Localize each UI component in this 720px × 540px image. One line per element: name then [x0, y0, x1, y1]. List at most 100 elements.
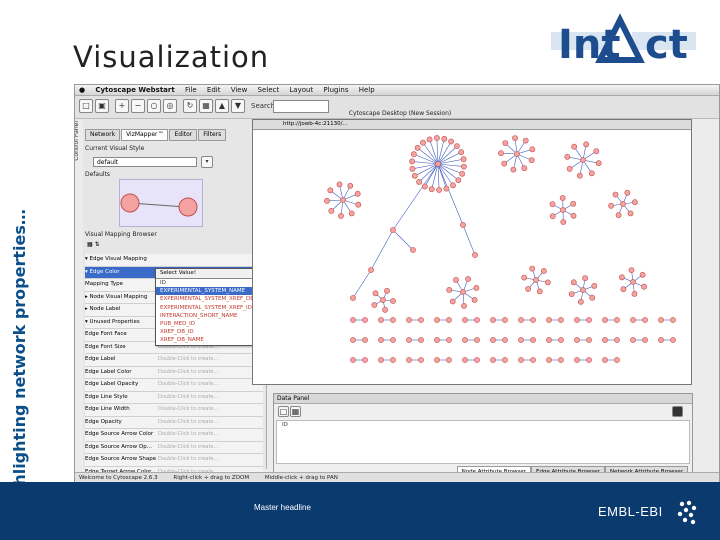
- sort-icon[interactable]: ⇅: [95, 241, 100, 248]
- network-node[interactable]: [459, 170, 465, 177]
- network-node[interactable]: [418, 357, 424, 363]
- network-node[interactable]: [446, 337, 452, 343]
- attribute-table[interactable]: [276, 420, 690, 464]
- network-node[interactable]: [670, 337, 676, 343]
- network-node[interactable]: [462, 337, 468, 343]
- mapping-row-value[interactable]: Double-Click to create...: [158, 442, 218, 454]
- network-node[interactable]: [324, 197, 330, 204]
- mapping-row[interactable]: Edge Label Color Double-Click to create..…: [85, 366, 263, 379]
- network-view-window[interactable]: http://jowb-4c:21130/...: [252, 119, 692, 385]
- mapping-row[interactable]: ▾ Edge Visual Mapping: [85, 254, 263, 267]
- network-node[interactable]: [589, 294, 596, 301]
- network-node[interactable]: [441, 135, 448, 142]
- network-node[interactable]: [576, 172, 583, 179]
- network-node[interactable]: [414, 144, 421, 151]
- network-node[interactable]: [390, 298, 396, 304]
- default-style-preview[interactable]: [119, 179, 203, 227]
- network-node[interactable]: [588, 170, 595, 177]
- network-node[interactable]: [582, 275, 588, 282]
- network-node[interactable]: [529, 146, 536, 153]
- mapping-row-value[interactable]: Double-Click to create...: [158, 392, 218, 404]
- network-node[interactable]: [472, 252, 478, 258]
- network-node[interactable]: [473, 284, 480, 291]
- network-node[interactable]: [559, 195, 566, 201]
- network-node[interactable]: [458, 149, 465, 156]
- mapping-row-value[interactable]: Double-Click to create...: [158, 354, 218, 366]
- network-node[interactable]: [549, 213, 556, 220]
- open-icon[interactable]: □: [79, 99, 93, 113]
- tab-network[interactable]: Network: [85, 129, 121, 141]
- network-node[interactable]: [670, 317, 676, 323]
- network-node[interactable]: [490, 317, 496, 323]
- mapping-row-value[interactable]: Double-Click to create...: [158, 379, 218, 391]
- network-node[interactable]: [630, 279, 636, 285]
- network-node[interactable]: [406, 357, 412, 363]
- network-node[interactable]: [580, 287, 586, 293]
- network-node[interactable]: [536, 288, 543, 295]
- network-node[interactable]: [410, 151, 417, 158]
- filter-icon[interactable]: ▼: [231, 99, 245, 113]
- network-node[interactable]: [406, 337, 412, 343]
- network-node[interactable]: [570, 279, 577, 286]
- menu-item[interactable]: View: [231, 86, 248, 94]
- network-node[interactable]: [378, 317, 384, 323]
- tab-editor[interactable]: Editor: [169, 129, 198, 141]
- network-node[interactable]: [490, 357, 496, 363]
- network-node[interactable]: [595, 160, 602, 167]
- network-node[interactable]: [586, 337, 592, 343]
- network-node[interactable]: [416, 179, 422, 185]
- style-options-icon[interactable]: ▾: [201, 156, 213, 168]
- network-node[interactable]: [446, 317, 452, 323]
- network-node[interactable]: [461, 303, 467, 309]
- network-node[interactable]: [570, 200, 577, 207]
- network-node[interactable]: [502, 317, 508, 323]
- network-node[interactable]: [434, 337, 440, 343]
- network-node[interactable]: [533, 277, 539, 283]
- menu-item[interactable]: Help: [359, 86, 375, 94]
- network-node[interactable]: [411, 172, 418, 179]
- network-node[interactable]: [436, 187, 442, 193]
- network-node[interactable]: [631, 290, 638, 297]
- network-node[interactable]: [453, 143, 460, 149]
- save-icon[interactable]: ▣: [95, 99, 109, 113]
- network-node[interactable]: [502, 357, 508, 363]
- zoom-fit-icon[interactable]: ○: [147, 99, 161, 113]
- network-node[interactable]: [462, 317, 468, 323]
- network-node[interactable]: [602, 337, 608, 343]
- mapping-row[interactable]: Edge Label Opacity Double-Click to create…: [85, 379, 263, 392]
- network-node[interactable]: [574, 317, 580, 323]
- network-node[interactable]: [378, 337, 384, 343]
- mapping-row[interactable]: Edge Line Width Double-Click to create...: [85, 404, 263, 417]
- network-node[interactable]: [384, 287, 390, 294]
- network-node[interactable]: [368, 267, 374, 273]
- network-node[interactable]: [460, 163, 467, 170]
- network-node[interactable]: [465, 276, 471, 282]
- zoom-out-icon[interactable]: −: [131, 99, 145, 113]
- network-node[interactable]: [530, 317, 536, 323]
- network-node[interactable]: [428, 186, 435, 193]
- network-node[interactable]: [327, 187, 334, 194]
- network-node[interactable]: [577, 298, 584, 305]
- network-node[interactable]: [380, 297, 386, 303]
- network-node[interactable]: [435, 161, 441, 167]
- network-node[interactable]: [450, 182, 456, 189]
- network-node[interactable]: [642, 317, 648, 323]
- network-node[interactable]: [642, 337, 648, 343]
- attribute-color-icon[interactable]: [672, 406, 683, 417]
- network-node[interactable]: [658, 317, 664, 323]
- network-node[interactable]: [571, 143, 578, 150]
- network-node[interactable]: [433, 135, 440, 141]
- network-node[interactable]: [362, 357, 368, 363]
- apple-icon[interactable]: ●: [79, 86, 85, 94]
- mapping-row[interactable]: Edge Label Double-Click to create...: [85, 354, 263, 367]
- network-node[interactable]: [453, 276, 459, 283]
- network-node[interactable]: [462, 357, 468, 363]
- network-node[interactable]: [410, 247, 416, 253]
- network-node[interactable]: [618, 274, 625, 281]
- network-node[interactable]: [620, 286, 627, 293]
- menu-item[interactable]: Layout: [289, 86, 313, 94]
- network-node[interactable]: [614, 337, 620, 343]
- network-node[interactable]: [460, 156, 467, 163]
- network-node[interactable]: [490, 337, 496, 343]
- network-node[interactable]: [498, 150, 504, 157]
